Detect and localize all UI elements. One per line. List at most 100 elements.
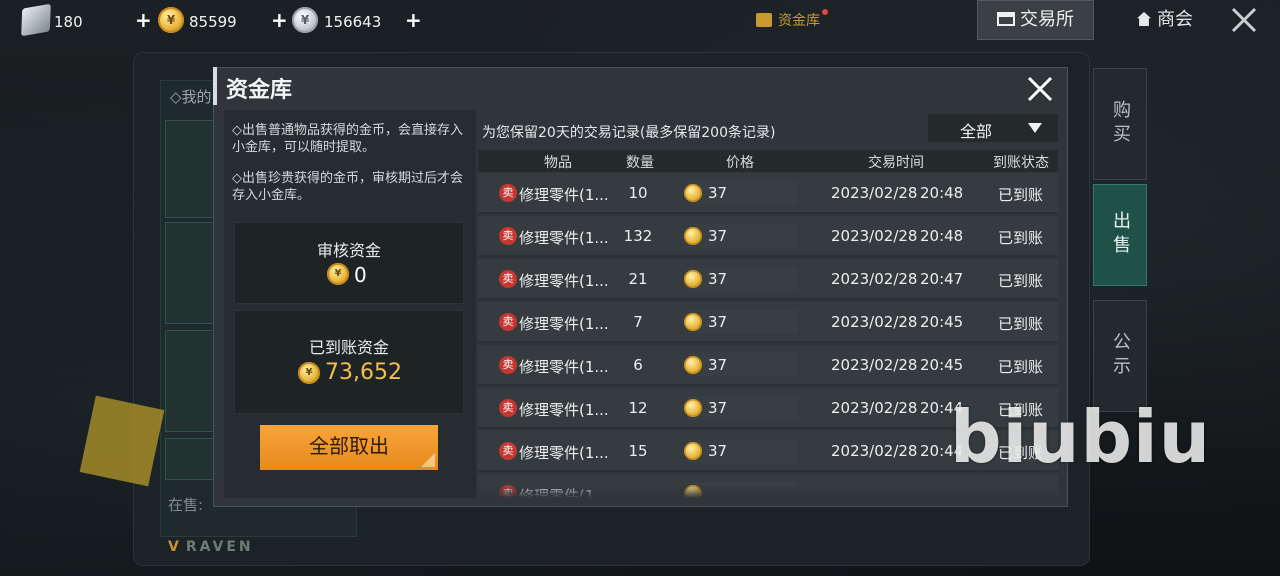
row-price: 37 [708,184,728,202]
pending-funds-value: 0 [354,263,367,287]
exchange-icon [997,12,1015,26]
row-price: 37 [708,227,728,245]
row-status: 已到账 [998,229,1044,247]
tab-sell[interactable]: 出售 [1093,184,1147,286]
diamond-icon [21,3,51,37]
vault-icon [756,13,772,27]
row-item: 修理零件(1... [519,358,609,376]
pending-funds-card [234,222,464,304]
row-date: 2023/02/28 [831,227,918,245]
row-date: 2023/02/28 [831,356,918,374]
row-quantity: 10 [628,184,648,202]
sell-badge: 卖 [499,399,517,417]
tip-rare-items: ◇出售珍贵获得的金币，审核期过后才会存入小金库。 [232,171,463,203]
close-page-icon[interactable] [1230,6,1258,34]
row-time: 20:48 [920,184,964,202]
row-time: 20:45 [920,313,964,331]
row-item: 修理零件(1... [519,315,609,333]
sell-badge: 卖 [499,227,517,245]
row-date: 2023/02/28 [831,184,918,202]
notification-dot [822,9,828,15]
row-stripe [688,224,798,248]
row-stripe [688,310,798,334]
row-date: 2023/02/28 [831,313,918,331]
background-slot [165,120,217,218]
row-price: 37 [708,270,728,288]
gold-coin-icon [684,270,702,288]
arrived-funds-value: 73,652 [325,360,402,385]
dialog-title: 资金库 [226,78,293,103]
row-stripe [688,439,798,463]
row-quantity: 15 [628,442,648,460]
gold-coin-icon: ¥ [327,263,349,285]
table-row: 卖修理零件(1... 132 37 2023/02/28 20:48 已到账 [478,216,1058,257]
add-gold-button[interactable]: + [271,8,288,32]
background-slot [165,222,217,324]
gold-count: 85599 [189,13,237,31]
row-item: 修理零件(1... [519,186,609,204]
sell-badge: 卖 [499,356,517,374]
home-icon [1137,12,1151,26]
row-status: 已到账 [998,358,1044,376]
table-row: 卖修理零件(1... 10 37 2023/02/28 20:48 已到账 [478,173,1058,214]
row-date: 2023/02/28 [831,270,918,288]
row-quantity: 6 [633,356,643,374]
row-status: 已到账 [998,315,1044,333]
row-date: 2023/02/28 [831,399,918,417]
row-time: 20:48 [920,227,964,245]
silver-count: 156643 [324,13,382,31]
tip-normal-items: ◇出售普通物品获得的金币，会直接存入小金库，可以随时提取。 [232,123,463,155]
sell-badge: 卖 [499,313,517,331]
gold-coin-icon [684,399,702,417]
title-accent [213,67,217,105]
sell-badge: 卖 [499,442,517,460]
arrived-funds-label: 已到账资金 [308,338,389,357]
row-quantity: 21 [628,270,648,288]
watermark: biubiu [950,395,1211,479]
row-price: 37 [708,313,728,331]
row-item: 修理零件(1... [519,401,609,419]
pending-funds-label: 审核资金 [316,241,381,260]
row-stripe [688,353,798,377]
row-quantity: 7 [633,313,643,331]
row-quantity: 12 [628,399,648,417]
row-stripe [688,396,798,420]
exchange-button[interactable]: 交易所 [977,0,1094,40]
row-item: 修理零件(1... [519,229,609,247]
vault-tab[interactable]: 资金库 [756,9,828,30]
row-date: 2023/02/28 [831,442,918,460]
commerce-button[interactable]: 商会 [1110,0,1220,40]
scroll-fade [478,484,1058,498]
tab-buy[interactable]: 购买 [1093,68,1147,180]
row-time: 20:45 [920,356,964,374]
gold-coin-icon [684,227,702,245]
background-inventory-title: ◇我的 [170,88,212,106]
table-row: 卖修理零件(1... 21 37 2023/02/28 20:47 已到账 [478,259,1058,300]
sell-badge: 卖 [499,270,517,288]
gold-coin-icon: ¥ [298,362,320,384]
silver-coin-icon: ¥ [292,7,318,33]
add-diamond-button[interactable]: + [135,8,152,32]
add-silver-button[interactable]: + [405,8,422,32]
on-sale-label: 在售: [168,496,204,514]
row-price: 37 [708,442,728,460]
gold-coin-icon [684,442,702,460]
gold-coin-icon [684,356,702,374]
row-status: 已到账 [998,186,1044,204]
background-slot [165,438,217,480]
gold-coin-icon [684,184,702,202]
row-status: 已到账 [998,272,1044,290]
table-row: 卖修理零件(1... 7 37 2023/02/28 20:45 已到账 [478,302,1058,343]
row-time: 20:47 [920,270,964,288]
row-stripe [688,181,798,205]
raven-logo: V RAVEN [168,539,254,555]
table-row: 卖修理零件(1... 6 37 2023/02/28 20:45 已到账 [478,345,1058,386]
row-stripe [688,267,798,291]
background-slot [165,330,217,432]
row-price: 37 [708,356,728,374]
row-price: 37 [708,399,728,417]
close-dialog-icon[interactable] [1024,73,1056,105]
gold-coin-icon: ¥ [158,7,184,33]
row-item: 修理零件(1... [519,272,609,290]
withdraw-all-button[interactable]: 全部取出 [260,425,438,470]
